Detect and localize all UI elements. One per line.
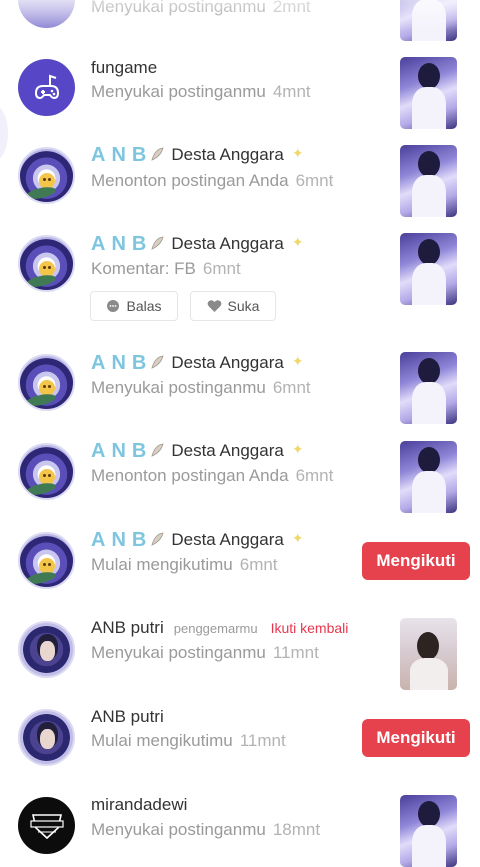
action-text: Menyukai postinganmu xyxy=(91,820,266,839)
notification-text: Komentar: FB 6mnt xyxy=(91,259,241,279)
avatar[interactable] xyxy=(18,354,75,411)
anb-prefix: ANB xyxy=(91,233,153,255)
avatar[interactable] xyxy=(18,443,75,500)
post-thumbnail[interactable] xyxy=(400,57,457,129)
feather-icon xyxy=(151,147,164,161)
anb-prefix: ANB xyxy=(91,352,153,374)
action-text: Menyukai postinganmu xyxy=(91,82,266,101)
notification-text: Menonton postingan Anda 6mnt xyxy=(91,466,333,486)
sparkle-icon: ✦ xyxy=(291,441,304,457)
notification-text: Menyukai postinganmu 11mnt xyxy=(91,643,319,663)
time-text: 2mnt xyxy=(272,0,311,16)
edge-decoration xyxy=(0,105,8,161)
anb-prefix: ANB xyxy=(91,144,153,166)
notification-text: Menyukai postinganmu 6mnt xyxy=(91,378,311,398)
time-text: 4mnt xyxy=(272,82,311,101)
post-thumbnail[interactable] xyxy=(400,0,457,41)
avatar[interactable] xyxy=(18,147,75,204)
avatar[interactable] xyxy=(18,59,75,116)
gamepad-music-icon xyxy=(34,74,59,99)
username[interactable]: ANB putri xyxy=(91,707,164,727)
username: Desta Anggara xyxy=(171,530,284,549)
post-thumbnail[interactable] xyxy=(400,233,457,305)
post-thumbnail[interactable] xyxy=(400,352,457,424)
action-text: Menonton postingan Anda xyxy=(91,466,289,485)
action-text: Menyukai postinganmu xyxy=(91,0,266,16)
time-text: 6mnt xyxy=(295,466,334,485)
notification-text: Mulai mengikutimu 11mnt xyxy=(91,731,286,751)
time-text: 18mnt xyxy=(272,820,321,839)
feather-icon xyxy=(151,236,164,250)
sparkle-icon: ✦ xyxy=(291,530,304,546)
brand-shield-icon xyxy=(29,813,64,839)
user-title[interactable]: ANB putri penggemarmu Ikuti kembali xyxy=(91,618,348,638)
notification-text: Menyukai postinganmu 4mnt xyxy=(91,82,311,102)
avatar[interactable] xyxy=(18,797,75,854)
notification-text: Menonton postingan Anda 6mnt xyxy=(91,171,333,191)
action-text: Menyukai postinganmu xyxy=(91,643,266,662)
post-thumbnail[interactable] xyxy=(400,145,457,217)
action-text: Mulai mengikutimu xyxy=(91,555,233,574)
avatar[interactable] xyxy=(18,709,75,766)
reply-label: Balas xyxy=(126,298,162,314)
feather-icon xyxy=(151,532,164,546)
post-thumbnail[interactable] xyxy=(400,795,457,867)
anb-prefix: ANB xyxy=(91,440,153,462)
post-thumbnail[interactable] xyxy=(400,618,457,690)
username[interactable]: fungame xyxy=(91,58,157,78)
feather-icon xyxy=(151,355,164,369)
username: ANB putri xyxy=(91,618,164,637)
username: Desta Anggara xyxy=(171,234,284,253)
post-thumbnail[interactable] xyxy=(400,441,457,513)
anb-prefix: ANB xyxy=(91,529,153,551)
action-text: Menonton postingan Anda xyxy=(91,171,289,190)
action-text: Menyukai postinganmu xyxy=(91,378,266,397)
time-text: 11mnt xyxy=(239,731,286,750)
avatar[interactable] xyxy=(18,621,75,678)
follow-back-link[interactable]: Ikuti kembali xyxy=(271,620,349,636)
like-label: Suka xyxy=(227,298,260,314)
time-text: 6mnt xyxy=(295,171,334,190)
avatar[interactable] xyxy=(18,532,75,589)
user-title[interactable]: ANB Desta Anggara ✦ xyxy=(91,233,304,256)
avatar[interactable] xyxy=(18,0,75,28)
like-button[interactable]: Suka xyxy=(190,291,276,321)
notification-text: Mulai mengikutimu 6mnt xyxy=(91,555,278,575)
username: Desta Anggara xyxy=(171,145,284,164)
sparkle-icon: ✦ xyxy=(291,353,304,369)
following-button[interactable]: Mengikuti xyxy=(362,542,470,580)
notification-text: Menyukai postinganmu 18mnt xyxy=(91,820,320,840)
notification-text: Menyukai postinganmu 2mnt xyxy=(91,0,311,17)
username[interactable]: mirandadewi xyxy=(91,795,187,815)
feather-icon xyxy=(151,443,164,457)
comment-text: Komentar: FB xyxy=(91,259,196,278)
time-text: 6mnt xyxy=(272,378,311,397)
sparkle-icon: ✦ xyxy=(291,145,304,161)
avatar[interactable] xyxy=(18,235,75,292)
action-text: Mulai mengikutimu xyxy=(91,731,233,750)
heart-icon xyxy=(207,300,221,312)
time-text: 11mnt xyxy=(272,643,319,662)
user-title[interactable]: ANB Desta Anggara ✦ xyxy=(91,529,304,552)
user-title[interactable]: ANB Desta Anggara ✦ xyxy=(91,144,304,167)
time-text: 6mnt xyxy=(239,555,278,574)
following-button[interactable]: Mengikuti xyxy=(362,719,470,757)
username: Desta Anggara xyxy=(171,353,284,372)
username: Desta Anggara xyxy=(171,441,284,460)
fan-tag: penggemarmu xyxy=(173,621,258,636)
sparkle-icon: ✦ xyxy=(291,234,304,250)
user-title[interactable]: ANB Desta Anggara ✦ xyxy=(91,440,304,463)
time-text: 6mnt xyxy=(202,259,241,278)
chat-bubble-icon xyxy=(107,300,120,312)
user-title[interactable]: ANB Desta Anggara ✦ xyxy=(91,352,304,375)
reply-button[interactable]: Balas xyxy=(90,291,178,321)
